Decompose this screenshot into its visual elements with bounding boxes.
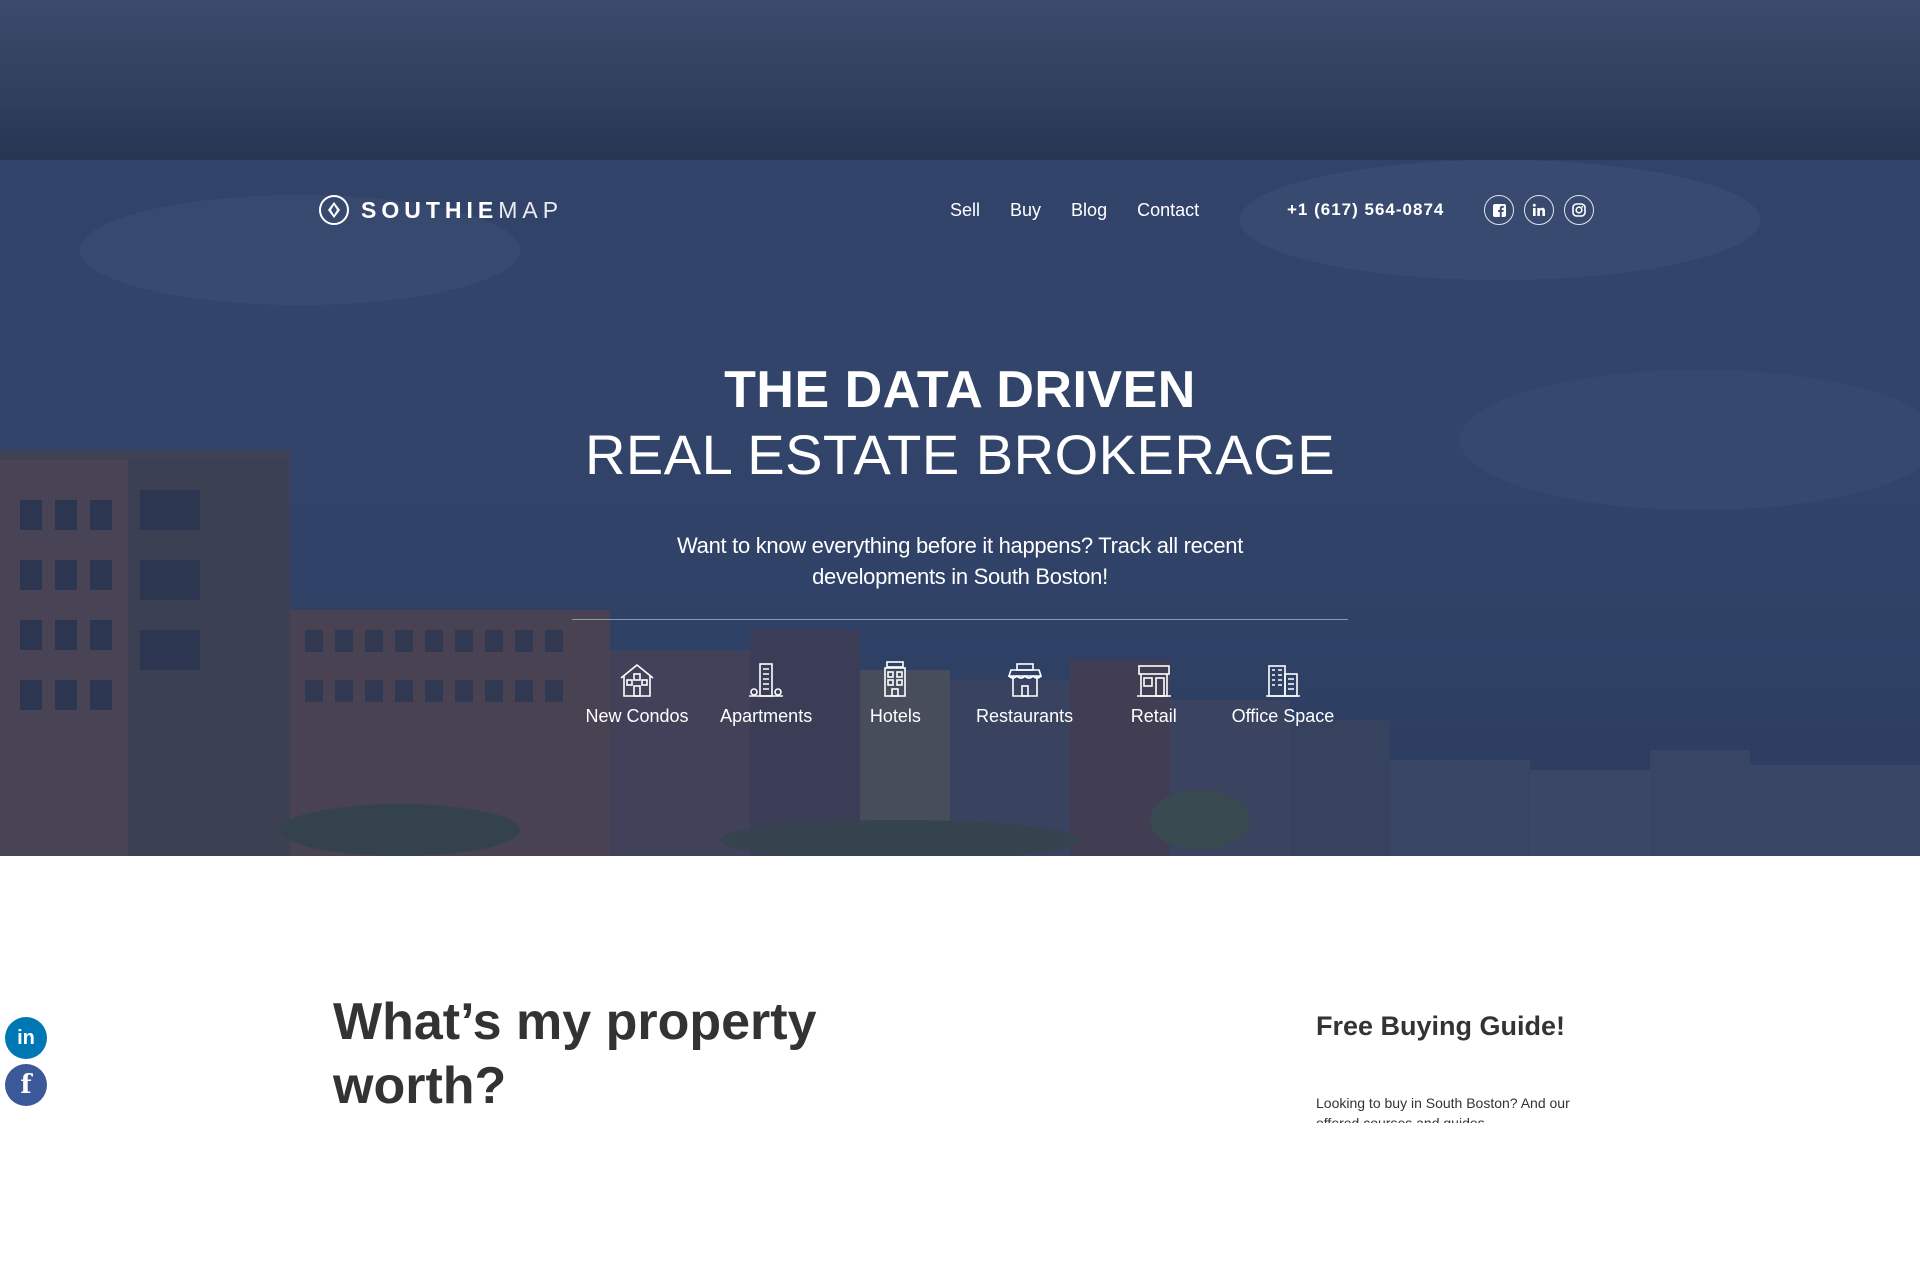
main-nav: Sell Buy Blog Contact xyxy=(950,200,1199,221)
category-label: New Condos xyxy=(585,706,689,726)
instagram-icon[interactable] xyxy=(1564,195,1594,225)
hero-title-line1: THE DATA DRIVEN xyxy=(724,361,1196,419)
share-facebook-button[interactable]: f xyxy=(5,1064,47,1106)
category-label: Retail xyxy=(1130,706,1177,726)
category-label: Restaurants xyxy=(976,706,1074,726)
category-restaurants[interactable]: Restaurants xyxy=(970,660,1080,727)
share-linkedin-button[interactable]: in xyxy=(5,1017,47,1059)
hero-section: SOUTHIE MAP Sell Buy Blog Contact +1 (61… xyxy=(0,160,1920,856)
brand-name-bold: SOUTHIE xyxy=(361,196,499,223)
phone-number[interactable]: +1 (617) 564-0874 xyxy=(1287,200,1444,220)
linkedin-icon[interactable] xyxy=(1524,195,1554,225)
category-hotels[interactable]: Hotels xyxy=(840,660,950,727)
category-new-condos[interactable]: New Condos xyxy=(582,660,692,727)
social-links xyxy=(1484,195,1594,225)
category-label: Hotels xyxy=(869,706,921,726)
category-list: New Condos Apartments Hotels Restaurants… xyxy=(572,660,1348,727)
category-apartments[interactable]: Apartments xyxy=(711,660,821,727)
share-bar: in f xyxy=(5,1017,47,1106)
buying-guide-text: Looking to buy in South Boston? And our … xyxy=(1316,1095,1570,1123)
buying-guide-title: Free Buying Guide! xyxy=(1316,1011,1566,1041)
brand-logo[interactable]: SOUTHIE MAP xyxy=(319,195,563,225)
nav-blog[interactable]: Blog xyxy=(1071,200,1107,221)
office-building-icon xyxy=(1265,665,1300,697)
property-worth-heading: What’s my property worth? xyxy=(333,993,817,1115)
shop-icon xyxy=(1136,665,1171,697)
apartment-building-icon xyxy=(749,663,784,697)
hero-divider xyxy=(572,619,1348,620)
hotel-icon xyxy=(884,661,907,697)
house-icon xyxy=(620,663,654,697)
restaurant-icon xyxy=(1007,663,1042,697)
hero-title-line2: REAL ESTATE BROKERAGE xyxy=(584,423,1336,486)
top-band xyxy=(0,0,1920,160)
nav-contact[interactable]: Contact xyxy=(1137,200,1199,221)
category-label: Office Space xyxy=(1231,706,1335,726)
category-retail[interactable]: Retail xyxy=(1099,660,1209,727)
brand-name-light: MAP xyxy=(498,196,564,223)
category-label: Apartments xyxy=(720,706,813,726)
nav-sell[interactable]: Sell xyxy=(950,200,980,221)
hero-subtitle: Want to know everything before it happen… xyxy=(676,533,1244,589)
location-pin-icon xyxy=(319,195,349,225)
category-office-space[interactable]: Office Space xyxy=(1228,660,1338,727)
nav-buy[interactable]: Buy xyxy=(1010,200,1041,221)
facebook-icon[interactable] xyxy=(1484,195,1514,225)
